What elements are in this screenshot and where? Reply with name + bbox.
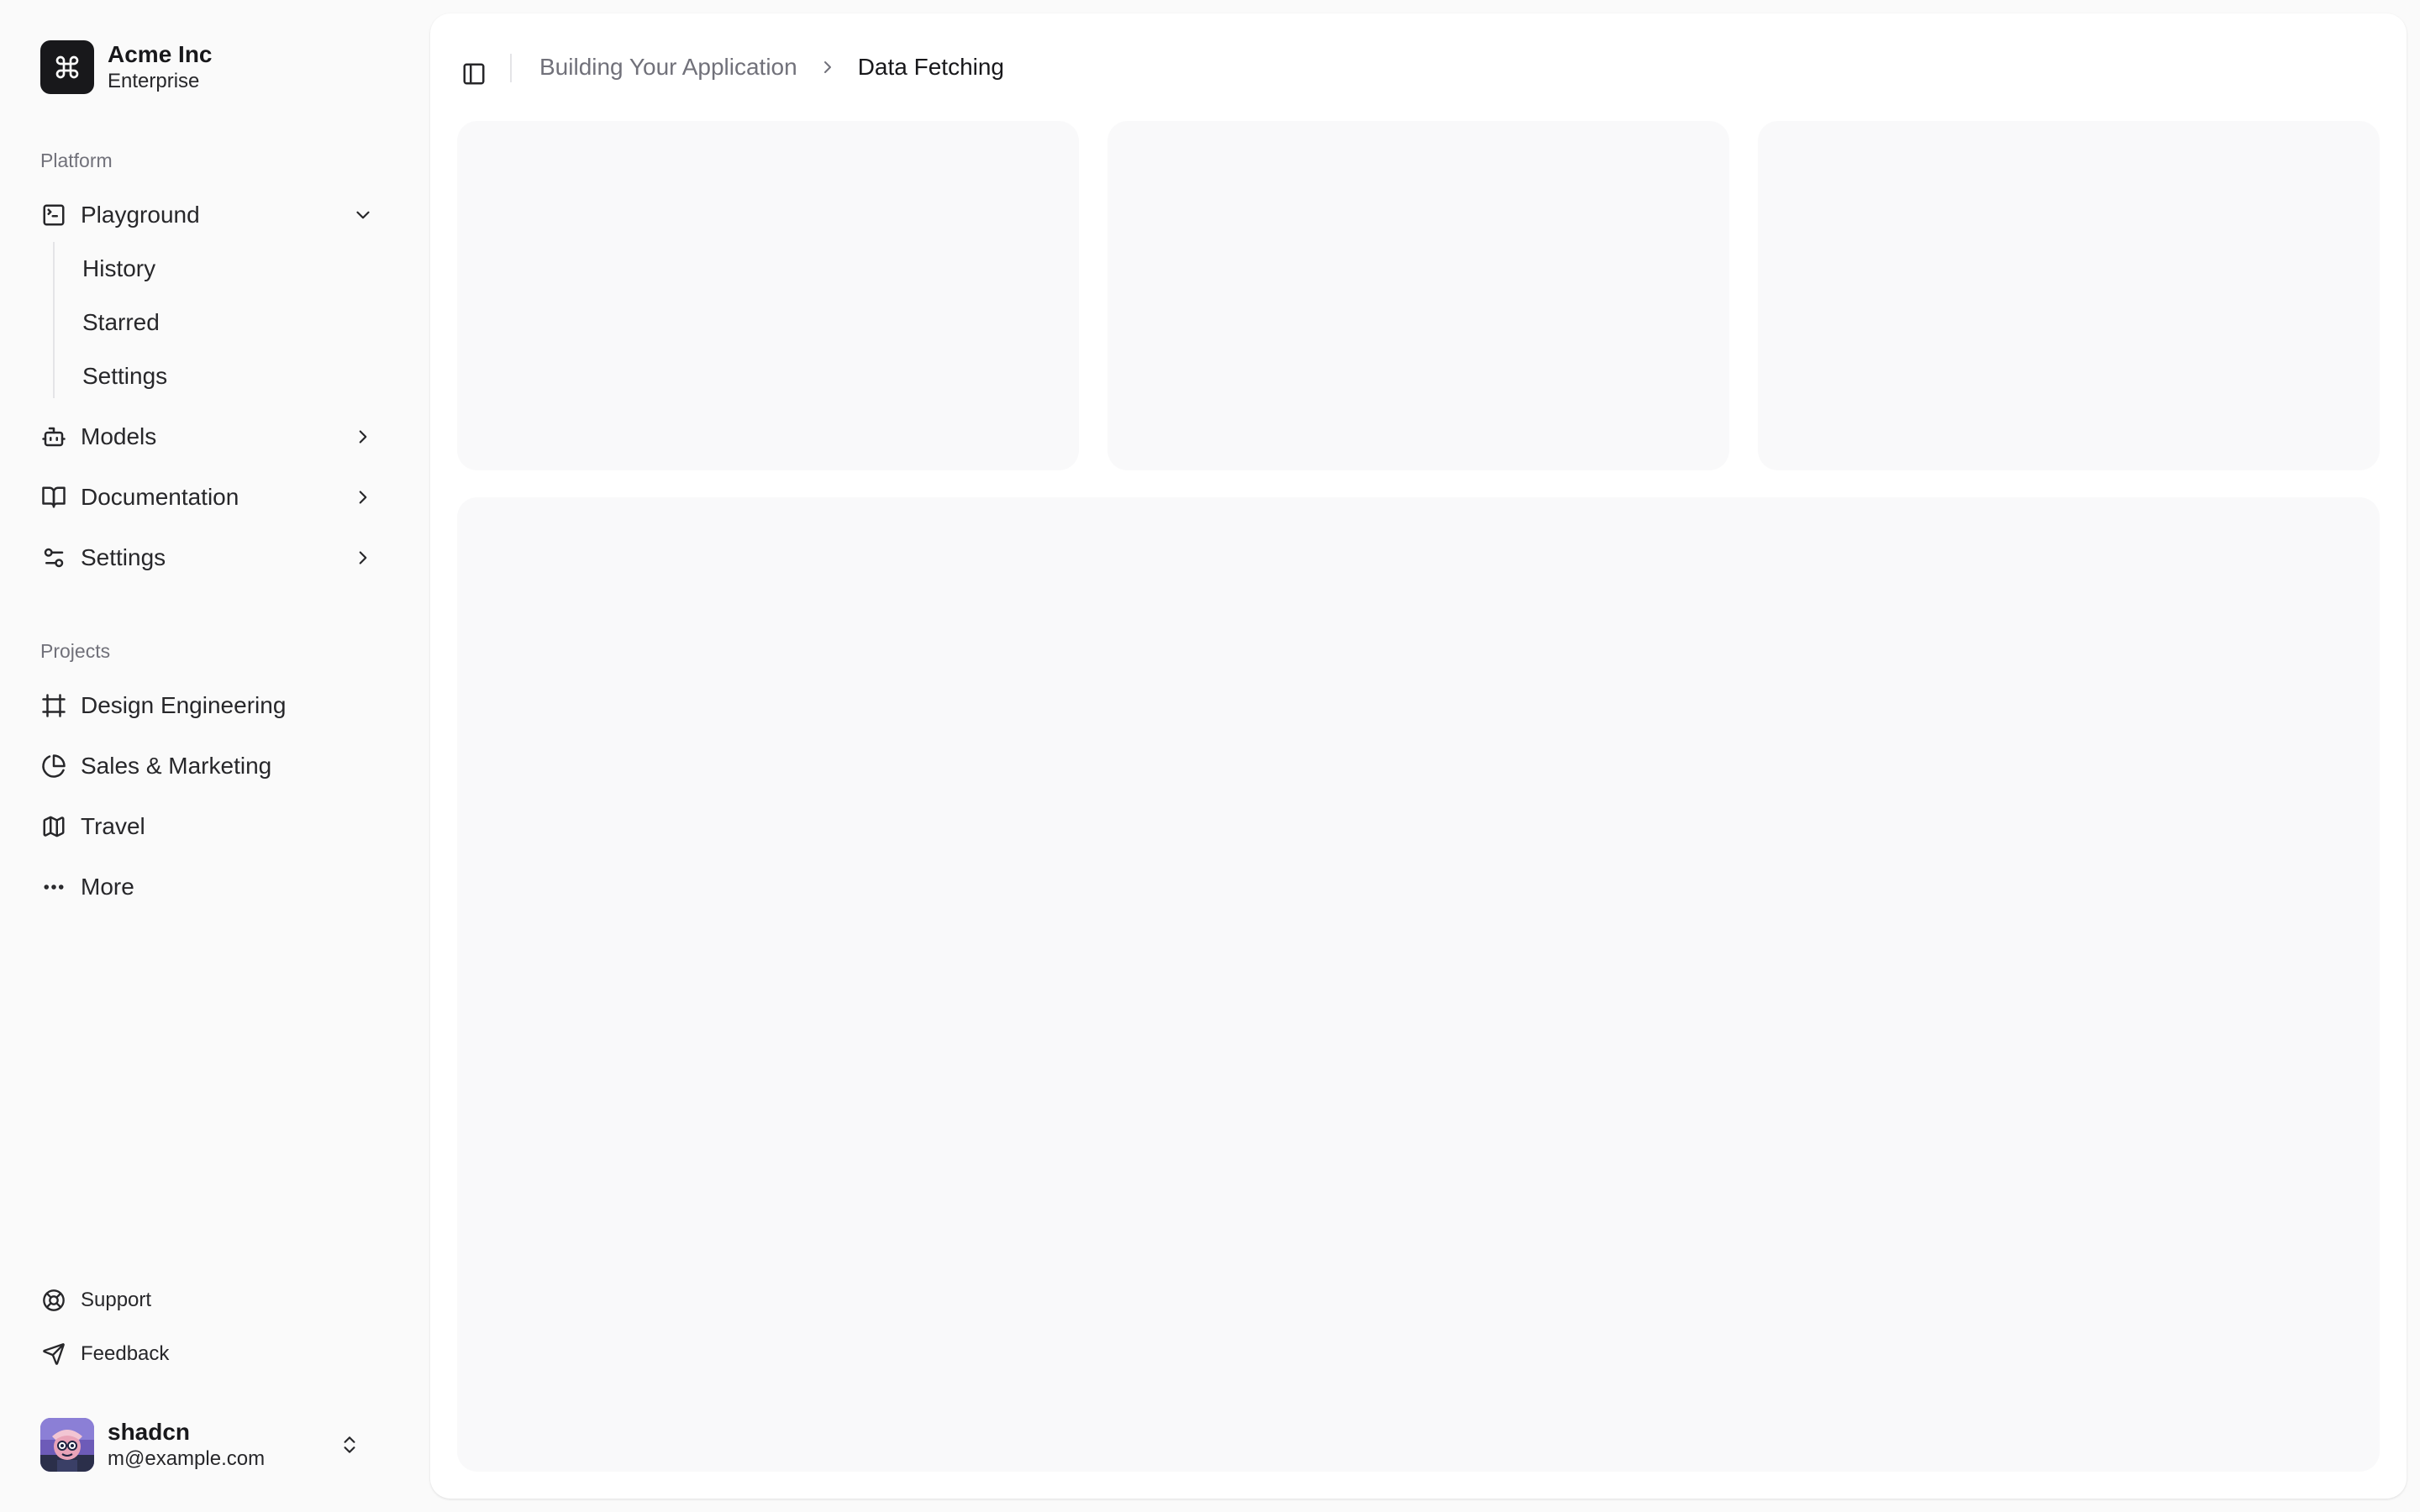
page-header: Building Your Application Data Fetching bbox=[430, 13, 2407, 121]
nav-item-label: Documentation bbox=[81, 484, 239, 510]
chevron-down-icon bbox=[350, 202, 376, 228]
bot-icon bbox=[40, 423, 67, 450]
group-label-projects: Projects bbox=[40, 640, 111, 662]
chevron-right-icon bbox=[350, 423, 376, 450]
sub-item-settings[interactable]: Settings bbox=[69, 353, 388, 400]
frame-icon bbox=[40, 692, 67, 719]
breadcrumb-page: Data Fetching bbox=[857, 54, 1005, 80]
project-item-label: More bbox=[81, 874, 134, 900]
project-item-label: Design Engineering bbox=[81, 692, 287, 718]
project-item-label: Travel bbox=[81, 813, 145, 839]
avatar bbox=[40, 1418, 94, 1472]
command-icon bbox=[40, 40, 94, 94]
breadcrumb: Building Your Application Data Fetching bbox=[539, 50, 1004, 84]
project-item-label: Sales & Marketing bbox=[81, 753, 272, 779]
group-label-platform: Platform bbox=[40, 150, 113, 171]
nav-item-label: Playground bbox=[81, 202, 200, 228]
submenu-divider bbox=[53, 242, 55, 398]
pie-chart-icon bbox=[40, 753, 67, 780]
project-item-more[interactable]: More bbox=[27, 860, 403, 914]
team-plan: Enterprise bbox=[108, 70, 200, 92]
placeholder-main-panel bbox=[457, 497, 2380, 1472]
sub-item-starred[interactable]: Starred bbox=[69, 299, 388, 346]
settings-sliders-icon bbox=[40, 544, 67, 571]
main-content: Building Your Application Data Fetching bbox=[430, 13, 2407, 1499]
placeholder-card-1 bbox=[457, 121, 1079, 470]
sub-item-history[interactable]: History bbox=[69, 245, 388, 292]
nav-item-documentation[interactable]: Documentation bbox=[27, 470, 403, 524]
project-item-travel[interactable]: Travel bbox=[27, 800, 403, 853]
feedback-label: Feedback bbox=[81, 1342, 170, 1365]
nav-item-label: Models bbox=[81, 423, 157, 449]
send-icon bbox=[40, 1341, 67, 1368]
team-switcher-button[interactable]: Acme Inc Enterprise bbox=[27, 27, 403, 108]
book-open-icon bbox=[40, 484, 67, 511]
chevrons-up-down-icon bbox=[336, 1431, 363, 1458]
project-item-sales-marketing[interactable]: Sales & Marketing bbox=[27, 739, 403, 793]
terminal-square-icon bbox=[40, 202, 67, 228]
feedback-link[interactable]: Feedback bbox=[27, 1331, 403, 1378]
project-item-design-engineering[interactable]: Design Engineering bbox=[27, 679, 403, 732]
breadcrumb-link[interactable]: Building Your Application bbox=[539, 54, 797, 81]
more-horizontal-icon bbox=[40, 874, 67, 900]
user-menu-button[interactable]: shadcn m@example.com bbox=[27, 1411, 403, 1478]
nav-item-models[interactable]: Models bbox=[27, 410, 403, 464]
nav-item-label: Settings bbox=[81, 544, 166, 570]
support-link[interactable]: Support bbox=[27, 1277, 403, 1324]
nav-item-playground[interactable]: Playground bbox=[27, 188, 403, 242]
user-name: shadcn bbox=[108, 1419, 191, 1445]
sidebar: Acme Inc Enterprise Platform Playground … bbox=[0, 0, 430, 1512]
map-icon bbox=[40, 813, 67, 840]
panel-left-icon bbox=[461, 61, 487, 87]
sidebar-toggle-button[interactable] bbox=[454, 54, 494, 94]
header-separator bbox=[510, 54, 512, 82]
placeholder-card-2 bbox=[1107, 121, 1729, 470]
chevron-right-icon bbox=[350, 484, 376, 511]
chevron-right-icon bbox=[818, 57, 838, 77]
placeholder-card-3 bbox=[1758, 121, 2380, 470]
support-label: Support bbox=[81, 1289, 152, 1311]
user-email: m@example.com bbox=[108, 1447, 266, 1470]
nav-item-settings[interactable]: Settings bbox=[27, 531, 403, 585]
life-buoy-icon bbox=[40, 1287, 67, 1314]
chevron-right-icon bbox=[350, 544, 376, 571]
team-name: Acme Inc bbox=[108, 41, 213, 67]
